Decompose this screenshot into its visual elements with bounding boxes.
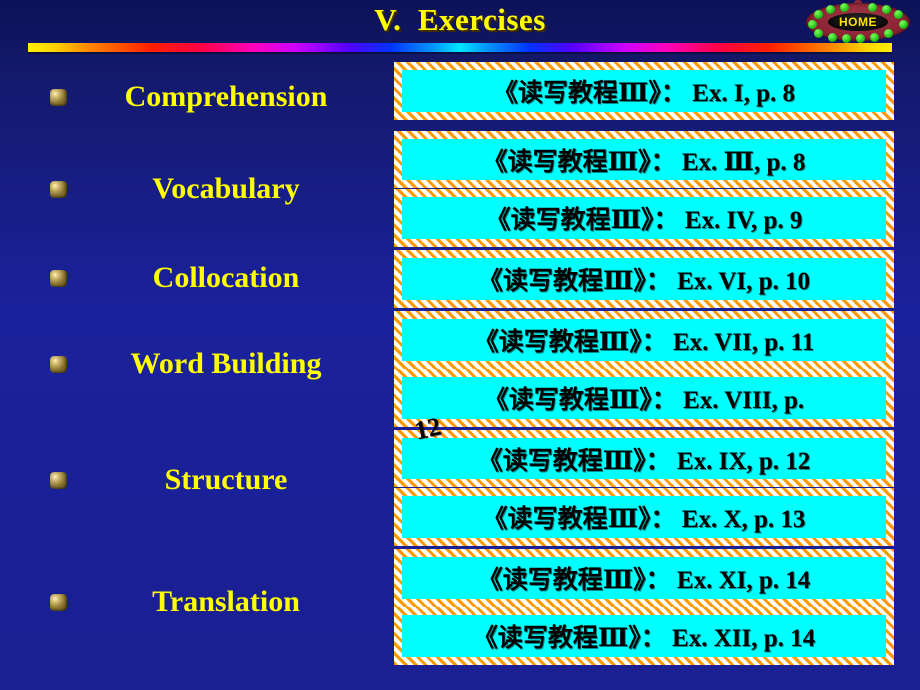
outline-item-vocabulary[interactable]: Vocabulary [0, 166, 385, 212]
exercise-label: 《读写教程Ⅲ》： Ex. Ⅲ, p. 8 [482, 148, 806, 176]
exercise-box[interactable]: 《读写教程Ⅲ》： Ex. Ⅲ, p. 8 [394, 131, 894, 188]
exercise-label: 《读写教程Ⅲ》： Ex. IX, p. 12 [477, 447, 811, 475]
outline-item-label: Vocabulary [152, 172, 300, 205]
home-dot-icon [814, 29, 823, 38]
exercise-label: 《读写教程Ⅲ》： Ex. XI, p. 14 [477, 567, 811, 594]
exercise-box-inner: 《读写教程Ⅲ》： Ex. IX, p. 12 [402, 438, 886, 479]
exercise-box-inner: 《读写教程Ⅲ》： Ex. IV, p. 9 [402, 197, 886, 239]
outline-item-label: Word Building [130, 347, 322, 380]
gold-square-bullet-icon [50, 593, 67, 611]
exercise-label: 《读写教程Ⅲ》： Ex. X, p. 13 [482, 506, 806, 533]
home-dot-icon [828, 33, 837, 42]
exercise-box[interactable]: 《读写教程Ⅲ》： Ex. XI, p. 14 [394, 549, 894, 607]
gold-square-bullet-icon [50, 471, 67, 489]
exercise-box[interactable]: 《读写教程Ⅲ》： Ex. IX, p. 12 [394, 430, 894, 487]
gradient-divider-shadow [28, 52, 892, 54]
home-dot-icon [899, 20, 908, 29]
exercise-box-inner: 《读写教程Ⅲ》： Ex. VII, p. 11 [402, 319, 886, 361]
slide-canvas: V. Exercises HOME Comprehension Vocabula… [0, 0, 920, 690]
page-title: V. Exercises [374, 2, 546, 37]
gold-square-bullet-icon [50, 355, 67, 373]
exercise-box[interactable]: 《读写教程Ⅲ》： Ex. I, p. 8 [394, 62, 894, 120]
exercise-box-inner: 《读写教程Ⅲ》： Ex. I, p. 8 [402, 70, 886, 112]
home-dot-icon [814, 10, 823, 19]
outline-item-comprehension[interactable]: Comprehension [0, 74, 385, 120]
exercise-box-inner: 《读写教程Ⅲ》： Ex. VI, p. 10 [402, 258, 886, 300]
exercise-box[interactable]: 《读写教程Ⅲ》： Ex. VIII, p. [394, 369, 894, 427]
home-dot-icon [894, 10, 903, 19]
exercise-box-inner: 《读写教程Ⅲ》： Ex. VIII, p. [402, 377, 886, 419]
home-dot-icon [868, 3, 877, 12]
exercise-label: 《读写教程Ⅲ》： Ex. XII, p. 14 [472, 625, 816, 652]
gold-square-bullet-icon [50, 180, 67, 198]
outline-item-label: Structure [164, 463, 288, 496]
exercise-label: 《读写教程Ⅲ》： Ex. I, p. 8 [492, 80, 795, 107]
exercise-box-inner: 《读写教程Ⅲ》： Ex. Ⅲ, p. 8 [402, 139, 886, 180]
exercise-box[interactable]: 《读写教程Ⅲ》： Ex. XII, p. 14 [394, 607, 894, 665]
exercise-box-inner: 《读写教程Ⅲ》： Ex. XII, p. 14 [402, 615, 886, 657]
title-bar: V. Exercises [0, 0, 920, 42]
exercise-label: 《读写教程Ⅲ》： Ex. VI, p. 10 [477, 268, 811, 295]
outline-item-word-building[interactable]: Word Building [0, 341, 385, 387]
exercise-box[interactable]: 《读写教程Ⅲ》： Ex. X, p. 13 [394, 488, 894, 546]
outline-column: Comprehension Vocabulary Collocation Wor… [0, 60, 385, 680]
outline-item-label: Comprehension [124, 80, 328, 113]
exercise-box[interactable]: 《读写教程Ⅲ》： Ex. VII, p. 11 [394, 311, 894, 369]
outline-item-translation[interactable]: Translation [0, 579, 385, 625]
outline-item-label: Collocation [152, 261, 300, 294]
exercise-box-inner: 《读写教程Ⅲ》： Ex. XI, p. 14 [402, 557, 886, 599]
exercise-label: 《读写教程Ⅲ》： Ex. IV, p. 9 [485, 207, 803, 234]
gold-square-bullet-icon [50, 88, 67, 106]
home-dot-icon [856, 34, 865, 43]
home-button[interactable]: HOME [806, 0, 910, 43]
home-dot-icon [870, 33, 879, 42]
exercise-box[interactable]: 《读写教程Ⅲ》： Ex. IV, p. 9 [394, 189, 894, 247]
gold-square-bullet-icon [50, 269, 67, 287]
home-dot-icon [842, 34, 851, 43]
gradient-divider [28, 43, 892, 52]
outline-item-collocation[interactable]: Collocation [0, 255, 385, 301]
home-dot-icon [840, 3, 849, 12]
outline-item-structure[interactable]: Structure [0, 457, 385, 503]
exercise-label: 《读写教程Ⅲ》： Ex. VIII, p. [483, 387, 805, 414]
exercise-label: 《读写教程Ⅲ》： Ex. VII, p. 11 [473, 329, 815, 356]
home-button-label: HOME [839, 15, 877, 29]
outline-item-label: Translation [152, 585, 300, 618]
exercise-box[interactable]: 《读写教程Ⅲ》： Ex. VI, p. 10 [394, 250, 894, 308]
home-dot-icon [808, 20, 817, 29]
exercise-box-inner: 《读写教程Ⅲ》： Ex. X, p. 13 [402, 496, 886, 538]
